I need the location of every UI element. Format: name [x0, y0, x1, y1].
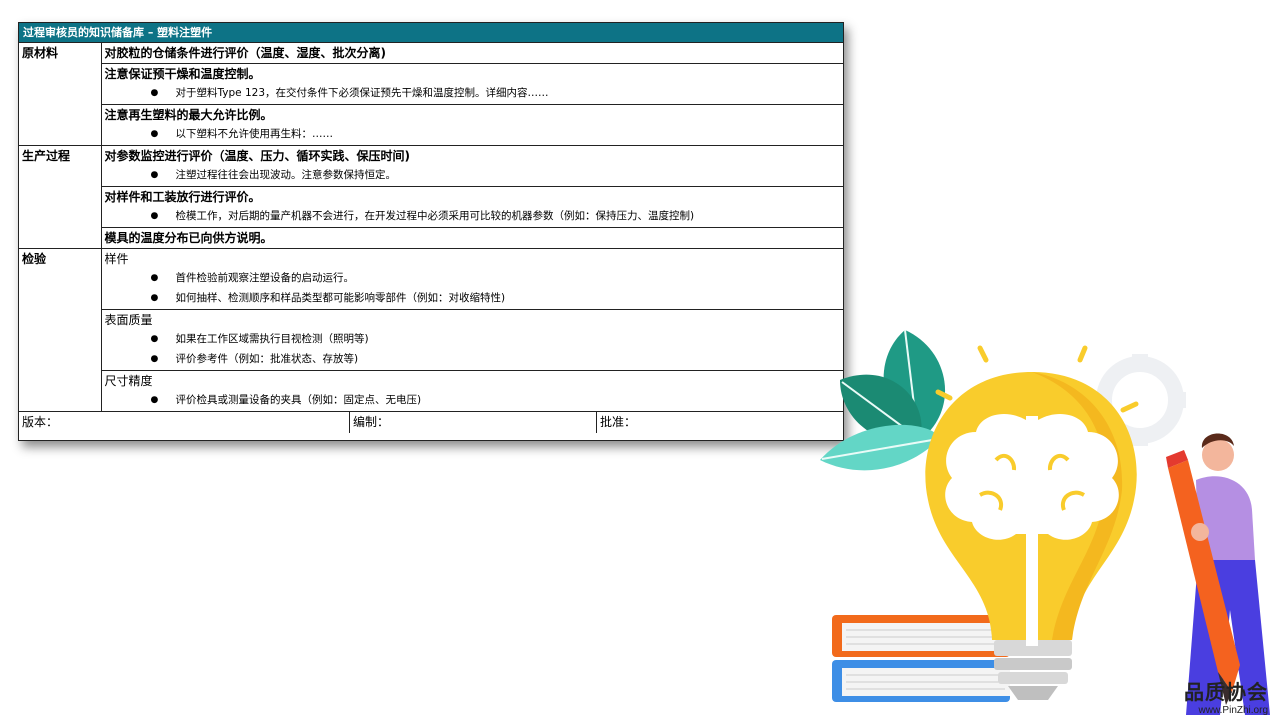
- content-cell: 注意再生塑料的最大允许比例。以下塑料不允许使用再生料：……: [101, 104, 843, 146]
- lightbulb-brain-illustration: [820, 329, 1270, 715]
- item-heading: 样件: [104, 252, 129, 266]
- content-cell: 模具的温度分布已向供方说明。: [101, 227, 843, 249]
- item-heading: 对胶粒的仓储条件进行评价（温度、湿度、批次分离): [104, 46, 387, 60]
- category-cell: 生产过程: [19, 145, 102, 249]
- bullet-item: 如果在工作区域需执行目视检测（照明等): [105, 329, 841, 349]
- person-with-pencil: [1166, 433, 1270, 715]
- bullet-item: 评价参考件（例如：批准状态、存放等): [105, 349, 841, 369]
- bullet-text: 评价参考件（例如：批准状态、存放等): [175, 353, 359, 365]
- knowledge-table: 原材料 对胶粒的仓储条件进行评价（温度、湿度、批次分离) 注意保证预干燥和温度控制。…: [19, 43, 843, 412]
- bullet-item: 首件检验前观察注塑设备的启动运行。: [105, 268, 841, 288]
- content-cell: 样件首件检验前观察注塑设备的启动运行。如何抽样、检测顺序和样品类型都可能影响零部…: [100, 248, 843, 310]
- table-row: 注意保证预干燥和温度控制。对于塑料Type 123，在交付条件下必须保证预先干燥…: [19, 63, 843, 105]
- pinzhi-logo: 品质协会 www.PinZhi.org: [1184, 676, 1268, 716]
- content-cell: 对胶粒的仓储条件进行评价（温度、湿度、批次分离): [100, 43, 843, 64]
- item-heading: 注意保证预干燥和温度控制。: [104, 67, 261, 81]
- leaves-decoration: [820, 329, 946, 471]
- bullet-text: 如果在工作区域需执行目视检测（照明等): [175, 333, 369, 345]
- version-field: 版本：: [19, 412, 350, 433]
- bullet-text: 注塑过程往往会出现波动。注意参数保持恒定。: [175, 169, 397, 181]
- table-row: 生产过程对参数监控进行评价（温度、压力、循环实践、保压时间) 注塑过程往往会出现波…: [19, 145, 843, 249]
- content-cell: 对样件和工装放行进行评价。检模工作，对后期的量产机器不会进行，在开发过程中必须采…: [101, 186, 843, 228]
- bullet-item: 注塑过程往往会出现波动。注意参数保持恒定。: [105, 165, 841, 185]
- table-row: 表面质量如果在工作区域需执行目视检测（照明等) 评价参考件（例如：批准状态、存放等…: [19, 309, 843, 371]
- content-cell: 对参数监控进行评价（温度、压力、循环实践、保压时间) 注塑过程往往会出现波动。注意…: [100, 145, 843, 187]
- bullet-item: 以下塑料不允许使用再生料：……: [105, 124, 841, 144]
- item-heading: 注意再生塑料的最大允许比例。: [104, 108, 273, 122]
- category-cell: 原材料: [19, 43, 102, 146]
- content-cell: 注意保证预干燥和温度控制。对于塑料Type 123，在交付条件下必须保证预先干燥…: [101, 63, 843, 105]
- item-heading: 对参数监控进行评价（温度、压力、循环实践、保压时间): [104, 149, 411, 163]
- bullet-item: 检模工作，对后期的量产机器不会进行，在开发过程中必须采用可比较的机器参数（例如：…: [105, 206, 841, 226]
- bullet-text: 首件检验前观察注塑设备的启动运行。: [175, 272, 355, 284]
- table-row: 检验样件首件检验前观察注塑设备的启动运行。如何抽样、检测顺序和样品类型都可能影响…: [19, 248, 843, 412]
- item-heading: 模具的温度分布已向供方说明。: [104, 231, 273, 245]
- table-row: 对样件和工装放行进行评价。检模工作，对后期的量产机器不会进行，在开发过程中必须采…: [19, 186, 843, 228]
- bullet-text: 检模工作，对后期的量产机器不会进行，在开发过程中必须采用可比较的机器参数（例如：…: [175, 210, 695, 222]
- content-cell: 尺寸精度评价检具或测量设备的夹具（例如：固定点、无电压): [101, 370, 843, 412]
- logo-url: www.PinZhi.org: [1198, 705, 1268, 716]
- document-title: 过程审核员的知识储备库 – 塑料注塑件: [19, 23, 843, 43]
- item-heading: 尺寸精度: [104, 374, 153, 388]
- books-icon: [832, 615, 1010, 702]
- bullet-text: 对于塑料Type 123，在交付条件下必须保证预先干燥和温度控制。详细内容……: [175, 87, 549, 99]
- knowledge-table-document: 过程审核员的知识储备库 – 塑料注塑件 原材料 对胶粒的仓储条件进行评价（温度、湿…: [18, 22, 844, 441]
- item-heading: 对样件和工装放行进行评价。: [104, 190, 261, 204]
- table-row: 尺寸精度评价检具或测量设备的夹具（例如：固定点、无电压): [19, 370, 843, 412]
- bullet-item: 评价检具或测量设备的夹具（例如：固定点、无电压): [105, 390, 841, 410]
- item-heading: 表面质量: [104, 313, 153, 327]
- table-row: 注意再生塑料的最大允许比例。以下塑料不允许使用再生料：……: [19, 104, 843, 146]
- bullet-text: 评价检具或测量设备的夹具（例如：固定点、无电压): [175, 394, 422, 406]
- bullet-item: 对于塑料Type 123，在交付条件下必须保证预先干燥和温度控制。详细内容……: [105, 83, 841, 103]
- bullet-item: 如何抽样、检测顺序和样品类型都可能影响零部件（例如：对收缩特性): [105, 288, 841, 308]
- table-row: 原材料 对胶粒的仓储条件进行评价（温度、湿度、批次分离): [19, 43, 843, 146]
- logo-name: 品质协会: [1184, 680, 1268, 704]
- table-row: 模具的温度分布已向供方说明。: [19, 227, 843, 249]
- document-footer: 版本： 编制： 批准：: [19, 412, 843, 433]
- editor-field: 编制：: [350, 412, 597, 433]
- bullet-text: 以下塑料不允许使用再生料：……: [175, 128, 334, 140]
- bullet-text: 如何抽样、检测顺序和样品类型都可能影响零部件（例如：对收缩特性): [175, 292, 506, 304]
- category-cell: 检验: [19, 248, 102, 412]
- content-cell: 表面质量如果在工作区域需执行目视检测（照明等) 评价参考件（例如：批准状态、存放等…: [101, 309, 843, 371]
